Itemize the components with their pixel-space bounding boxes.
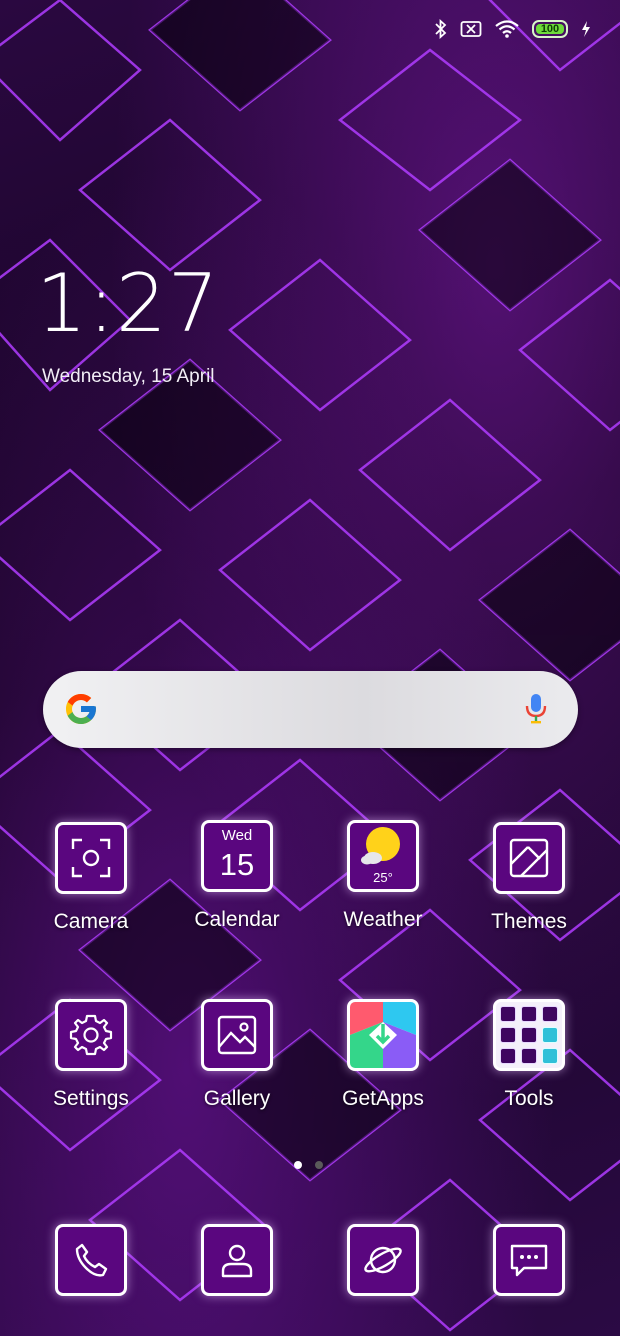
camera-tile[interactable]: [55, 822, 127, 894]
app-label: Calendar: [194, 908, 280, 931]
google-g-icon: [66, 694, 96, 724]
page-dot: [315, 1161, 323, 1169]
status-bar: 100: [434, 14, 592, 44]
app-label: Themes: [491, 910, 567, 933]
page-dot-current: [294, 1161, 302, 1169]
bluetooth-icon: [435, 19, 447, 39]
app-themes[interactable]: Themes: [456, 822, 602, 934]
wallpaper-pattern: [0, 0, 620, 1332]
browser-icon: [364, 1246, 402, 1274]
google-search-bar[interactable]: [43, 671, 578, 748]
tools-folder-tile[interactable]: [493, 999, 565, 1071]
phone-tile[interactable]: [55, 1224, 127, 1296]
battery-level: 100: [540, 23, 560, 35]
app-label: GetApps: [342, 1087, 424, 1110]
weather-temperature: 25°: [373, 870, 393, 885]
wallpaper: [0, 0, 620, 1336]
dock-browser[interactable]: [310, 1224, 456, 1296]
gallery-icon: [217, 1015, 257, 1055]
messages-icon: [510, 1244, 548, 1277]
page-indicator: [294, 1161, 323, 1169]
clock-date[interactable]: Wednesday, 15 April: [42, 366, 215, 388]
contacts-tile[interactable]: [201, 1224, 273, 1296]
dock-messages[interactable]: [456, 1224, 602, 1296]
app-weather[interactable]: 25° Weather: [310, 820, 456, 932]
app-calendar[interactable]: Wed 15 Calendar: [164, 820, 310, 932]
app-settings[interactable]: Settings: [18, 999, 164, 1111]
calendar-tile[interactable]: Wed 15: [201, 820, 273, 892]
weather-tile[interactable]: 25°: [347, 820, 419, 892]
getapps-tile[interactable]: [347, 999, 419, 1071]
settings-tile[interactable]: [55, 999, 127, 1071]
app-label: Camera: [53, 910, 129, 933]
app-tools-folder[interactable]: Tools: [456, 999, 602, 1111]
gear-icon: [69, 1014, 113, 1056]
no-sim-icon: [460, 21, 482, 37]
dock-contacts[interactable]: [164, 1224, 310, 1296]
themes-icon: [509, 838, 549, 878]
contacts-icon: [221, 1244, 253, 1278]
charging-icon: [582, 21, 590, 37]
dock-phone[interactable]: [18, 1224, 164, 1296]
gallery-tile[interactable]: [201, 999, 273, 1071]
camera-icon: [71, 838, 111, 878]
mic-icon[interactable]: [524, 692, 548, 726]
clock-time[interactable]: 1:27: [36, 264, 220, 344]
app-gallery[interactable]: Gallery: [164, 999, 310, 1111]
weather-icon: [361, 827, 400, 865]
app-getapps[interactable]: GetApps: [310, 999, 456, 1111]
battery-icon: 100: [532, 20, 568, 38]
wifi-icon: [495, 20, 519, 38]
app-label: Settings: [53, 1087, 129, 1110]
calendar-date: 15: [219, 847, 255, 882]
messages-tile[interactable]: [493, 1224, 565, 1296]
tools-folder-icon: [500, 1006, 558, 1064]
themes-tile[interactable]: [493, 822, 565, 894]
browser-tile[interactable]: [347, 1224, 419, 1296]
app-label: Tools: [504, 1087, 554, 1110]
app-label: Weather: [343, 908, 423, 931]
app-camera[interactable]: Camera: [18, 822, 164, 934]
getapps-icon: [350, 1002, 416, 1068]
app-label: Gallery: [203, 1087, 271, 1110]
calendar-day: Wed: [221, 827, 253, 844]
phone-icon: [75, 1243, 108, 1277]
